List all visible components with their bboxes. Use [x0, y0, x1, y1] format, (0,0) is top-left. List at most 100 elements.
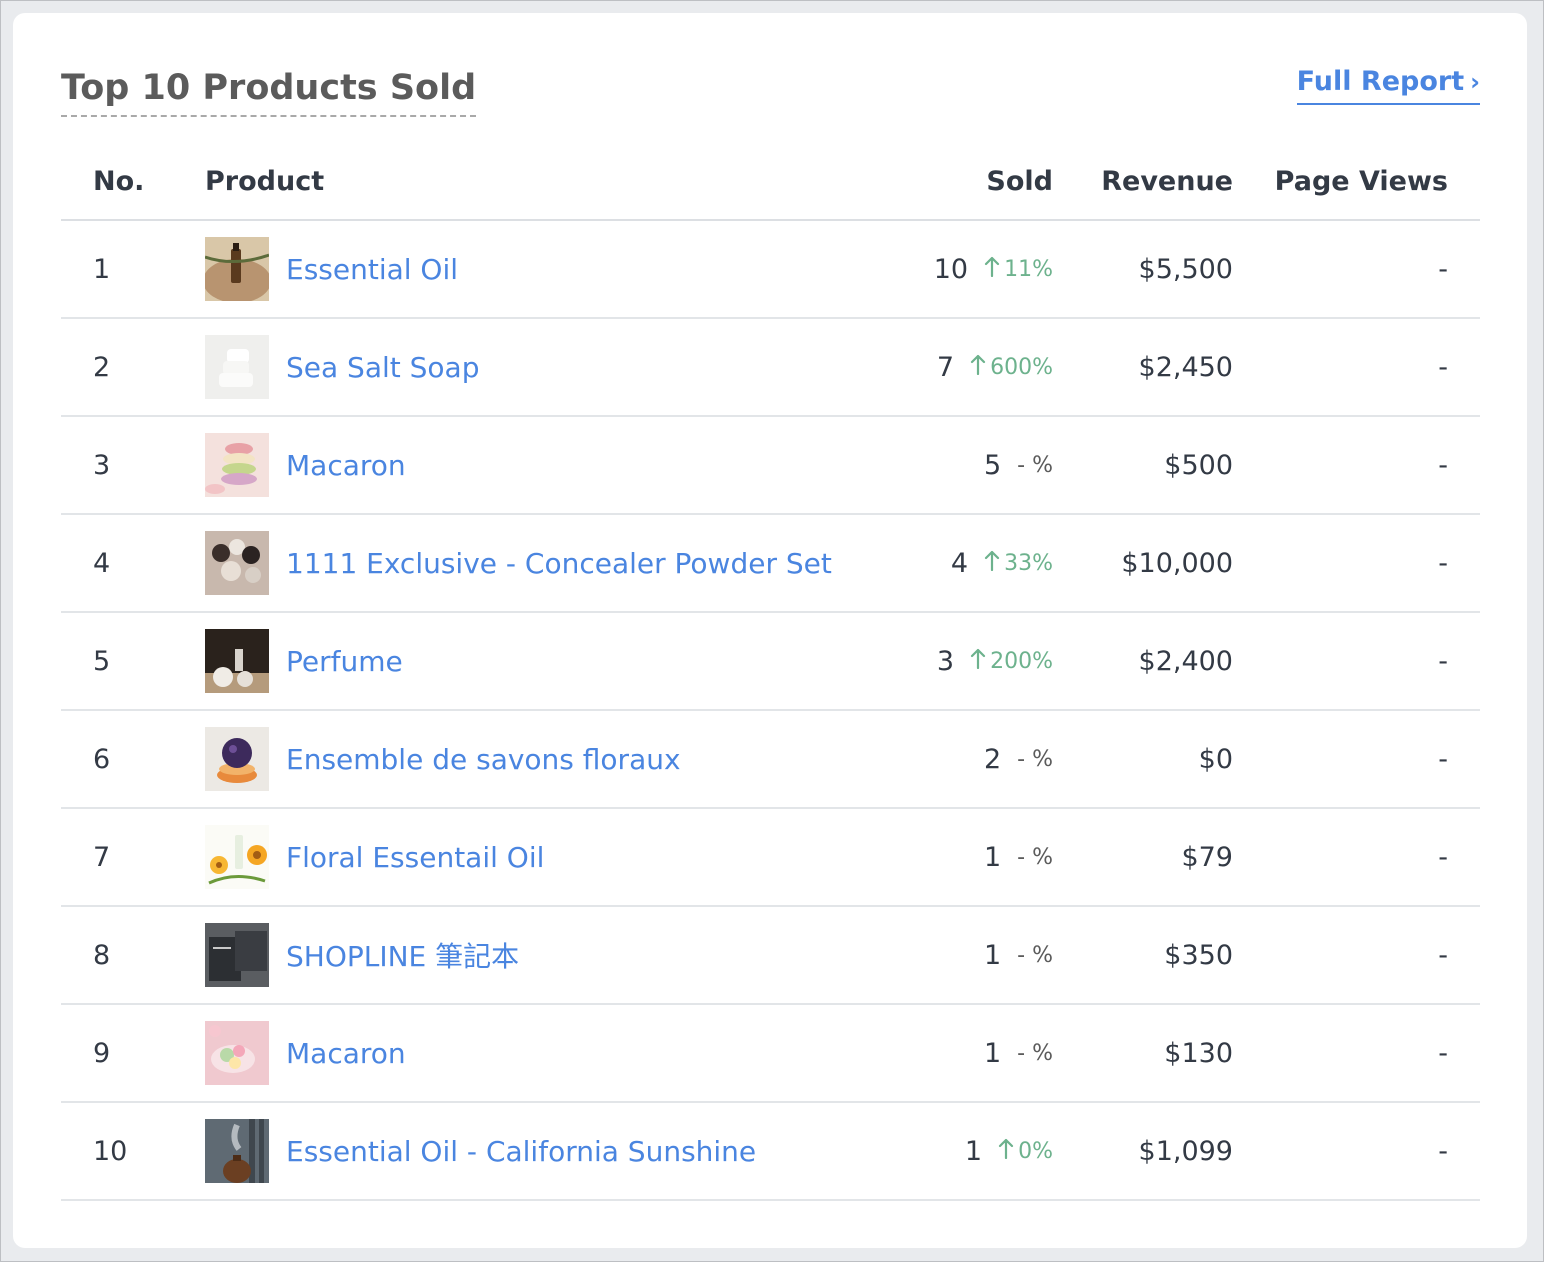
perfume-thumbnail[interactable] [205, 629, 269, 693]
table-row: 3 Macaron 5 - % $500 - [61, 416, 1480, 515]
page-views-cell: - [1233, 416, 1480, 515]
growth-indicator: - % [1017, 453, 1053, 478]
table-row: 6 Ensemble de savons floraux 2 - % $0 - [61, 710, 1480, 809]
sold-info: 1 0% [965, 1136, 1053, 1167]
sold-cell: 7 600% [925, 318, 1053, 417]
sold-cell: 1 - % [925, 906, 1053, 1005]
product-cell: Essential Oil - California Sunshine [205, 1102, 925, 1201]
sold-cell: 1 0% [925, 1102, 1053, 1201]
top-products-card: Top 10 Products Sold Full Report › No. Pr… [13, 13, 1527, 1248]
sold-count: 1 [983, 1037, 1002, 1069]
sold-count: 10 [933, 253, 969, 285]
chevron-right-icon: › [1470, 68, 1480, 96]
product-link[interactable]: Essential Oil [286, 253, 458, 286]
product-cell: Macaron [205, 416, 925, 515]
sold-info: 7 600% [937, 352, 1053, 383]
row-number: 8 [61, 906, 205, 1005]
sold-cell: 1 - % [925, 808, 1053, 907]
product-cell: 1111 Exclusive - Concealer Powder Set [205, 514, 925, 613]
growth-indicator: 600% [970, 353, 1053, 381]
growth-indicator: 0% [998, 1137, 1053, 1165]
revenue-cell: $2,400 [1053, 612, 1233, 711]
row-number: 1 [61, 220, 205, 319]
diffuser-thumbnail[interactable] [205, 1119, 269, 1183]
growth-indicator: 11% [984, 255, 1053, 283]
column-header-product: Product [205, 143, 925, 221]
arrow-up-icon [970, 353, 990, 381]
product-info: Sea Salt Soap [205, 335, 925, 399]
sold-count: 1 [983, 841, 1002, 873]
table-row: 10 Essential Oil - California Sunshine 1… [61, 1102, 1480, 1201]
row-number: 9 [61, 1004, 205, 1103]
product-info: Macaron [205, 1021, 925, 1085]
table-row: 9 Macaron 1 - % $130 - [61, 1004, 1480, 1103]
card-title: Top 10 Products Sold [61, 67, 477, 117]
product-cell: Floral Essentail Oil [205, 808, 925, 907]
page-views-cell: - [1233, 710, 1480, 809]
product-info: Essential Oil [205, 237, 925, 301]
sold-count: 1 [964, 1135, 983, 1167]
row-number: 5 [61, 612, 205, 711]
product-link[interactable]: 1111 Exclusive - Concealer Powder Set [286, 547, 832, 580]
growth-value: 200% [990, 648, 1053, 674]
row-number: 3 [61, 416, 205, 515]
macaron-thumbnail[interactable] [205, 433, 269, 497]
table-row: 7 Floral Essentail Oil 1 - % $79 - [61, 808, 1480, 907]
products-table: No. Product Sold Revenue Page Views 1 Es… [61, 143, 1480, 1201]
sold-count: 1 [983, 939, 1002, 971]
floral-soap-thumbnail[interactable] [205, 727, 269, 791]
sold-cell: 4 33% [925, 514, 1053, 613]
product-link[interactable]: Ensemble de savons floraux [286, 743, 681, 776]
sold-info: 1 - % [984, 940, 1053, 971]
product-link[interactable]: Floral Essentail Oil [286, 841, 544, 874]
table-row: 1 Essential Oil 10 11% $5,500 - [61, 220, 1480, 319]
product-link[interactable]: Sea Salt Soap [286, 351, 479, 384]
table-row: 4 1111 Exclusive - Concealer Powder Set … [61, 514, 1480, 613]
product-link[interactable]: SHOPLINE 筆記本 [286, 935, 519, 975]
row-number: 10 [61, 1102, 205, 1201]
growth-indicator: - % [1017, 845, 1053, 870]
macaron-thumbnail-2[interactable] [205, 1021, 269, 1085]
revenue-cell: $1,099 [1053, 1102, 1233, 1201]
page-views-value: - [1438, 1037, 1448, 1069]
page-views-value: - [1438, 939, 1448, 971]
product-link[interactable]: Macaron [286, 449, 406, 482]
sold-info: 4 33% [951, 548, 1053, 579]
essential-oil-thumbnail[interactable] [205, 237, 269, 301]
sold-count: 5 [983, 449, 1002, 481]
product-cell: Ensemble de savons floraux [205, 710, 925, 809]
growth-value: - % [1017, 844, 1053, 870]
growth-value: - % [1017, 942, 1053, 968]
sold-count: 4 [950, 547, 969, 579]
product-link[interactable]: Essential Oil - California Sunshine [286, 1135, 756, 1168]
sea-salt-soap-thumbnail[interactable] [205, 335, 269, 399]
revenue-cell: $0 [1053, 710, 1233, 809]
sold-info: 1 - % [984, 842, 1053, 873]
sold-info: 3 200% [937, 646, 1053, 677]
growth-indicator: - % [1017, 943, 1053, 968]
growth-indicator: - % [1017, 1041, 1053, 1066]
product-cell: SHOPLINE 筆記本 [205, 906, 925, 1005]
revenue-cell: $350 [1053, 906, 1233, 1005]
arrow-up-icon [984, 255, 1004, 283]
product-link[interactable]: Perfume [286, 645, 403, 678]
product-link[interactable]: Macaron [286, 1037, 406, 1070]
revenue-cell: $2,450 [1053, 318, 1233, 417]
full-report-link[interactable]: Full Report › [1296, 65, 1480, 105]
sold-cell: 3 200% [925, 612, 1053, 711]
growth-indicator: 200% [970, 647, 1053, 675]
concealer-thumbnail[interactable] [205, 531, 269, 595]
floral-oil-thumbnail[interactable] [205, 825, 269, 889]
sold-cell: 10 11% [925, 220, 1053, 319]
product-info: Floral Essentail Oil [205, 825, 925, 889]
growth-indicator: 33% [984, 549, 1053, 577]
sold-count: 3 [936, 645, 955, 677]
arrow-up-icon [984, 549, 1004, 577]
page-views-value: - [1438, 743, 1448, 775]
notebook-thumbnail[interactable] [205, 923, 269, 987]
row-number: 4 [61, 514, 205, 613]
page-views-cell: - [1233, 1102, 1480, 1201]
table-row: 8 SHOPLINE 筆記本 1 - % $350 - [61, 906, 1480, 1005]
revenue-cell: $500 [1053, 416, 1233, 515]
row-number: 6 [61, 710, 205, 809]
